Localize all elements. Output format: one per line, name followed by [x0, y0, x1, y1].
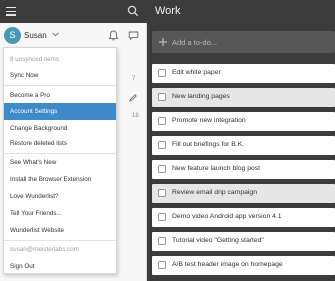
- add-todo-input[interactable]: Add a to-do...: [152, 31, 335, 53]
- menu-item-website[interactable]: Wunderlist Website: [4, 222, 116, 239]
- task-title[interactable]: Fill out briefings for B.K.: [172, 141, 244, 148]
- menu-item-account-settings[interactable]: Account Settings: [4, 103, 116, 120]
- sidebar-topbar: [0, 0, 147, 23]
- task-checkbox[interactable]: [158, 69, 166, 77]
- menu-item-unsynced: 8 unsynced items: [10, 56, 60, 63]
- menu-item-tell-friends[interactable]: Tell Your Friends...: [4, 205, 116, 222]
- main-panel: Work Add a to-do... Edit white paper New…: [147, 0, 335, 281]
- task-row[interactable]: Tutorial video "Getting started": [152, 232, 335, 251]
- menu-item-email: susan@meisterlabs.com: [10, 246, 80, 253]
- search-icon[interactable]: [127, 5, 139, 17]
- username[interactable]: Susan: [24, 31, 47, 40]
- task-title[interactable]: Review email drip campaign: [172, 189, 257, 196]
- task-checkbox[interactable]: [158, 141, 166, 149]
- pen-icon[interactable]: [128, 93, 138, 103]
- account-dropdown-menu: 8 unsynced items Sync Now Become a Pro A…: [3, 47, 117, 274]
- task-checkbox[interactable]: [158, 189, 166, 197]
- task-row[interactable]: Promote new integration: [152, 112, 335, 131]
- menu-item-whats-new[interactable]: See What's New: [4, 154, 116, 171]
- task-row[interactable]: Edit white paper: [152, 64, 335, 83]
- list-count: 18: [132, 113, 139, 119]
- task-title[interactable]: Demo video Android app version 4.1: [172, 213, 282, 220]
- task-row[interactable]: New landing pages: [152, 88, 335, 107]
- task-title[interactable]: New feature launch blog post: [172, 165, 260, 172]
- task-row[interactable]: Fill out briefings for B.K.: [152, 136, 335, 155]
- menu-item-restore-lists[interactable]: Restore deleted lists: [4, 135, 116, 152]
- menu-item-browser-extension[interactable]: Install the Browser Extension: [4, 171, 116, 188]
- menu-item-love-wunderlist[interactable]: Love Wunderlist?: [4, 188, 116, 205]
- menu-divider: [4, 85, 116, 86]
- avatar[interactable]: S: [4, 27, 21, 44]
- user-bar[interactable]: S Susan: [0, 23, 147, 48]
- chat-icon[interactable]: [128, 30, 139, 41]
- menu-item-become-pro[interactable]: Become a Pro: [4, 87, 116, 104]
- list-count: 7: [132, 76, 136, 82]
- task-title[interactable]: Promote new integration: [172, 117, 246, 124]
- task-title[interactable]: Tutorial video "Getting started": [172, 237, 264, 244]
- task-checkbox[interactable]: [158, 117, 166, 125]
- add-todo-placeholder: Add a to-do...: [172, 38, 218, 47]
- task-title[interactable]: A/B test header image on homepage: [172, 261, 283, 268]
- plus-icon: [159, 38, 167, 46]
- task-checkbox[interactable]: [158, 165, 166, 173]
- bell-icon[interactable]: [108, 30, 119, 41]
- chevron-down-icon[interactable]: [52, 32, 59, 37]
- task-row[interactable]: New feature launch blog post: [152, 160, 335, 179]
- task-checkbox[interactable]: [158, 261, 166, 269]
- hamburger-icon[interactable]: [6, 7, 16, 16]
- task-title[interactable]: New landing pages: [172, 93, 230, 100]
- task-title[interactable]: Edit white paper: [172, 69, 221, 76]
- task-row[interactable]: A/B test header image on homepage: [152, 256, 335, 275]
- task-checkbox[interactable]: [158, 93, 166, 101]
- task-checkbox[interactable]: [158, 237, 166, 245]
- task-row[interactable]: Review email drip campaign: [152, 184, 335, 203]
- task-checkbox[interactable]: [158, 213, 166, 221]
- task-row[interactable]: Demo video Android app version 4.1: [152, 208, 335, 227]
- menu-item-sync-now[interactable]: Sync Now: [4, 67, 116, 84]
- list-title: Work: [155, 5, 181, 17]
- menu-item-sign-out[interactable]: Sign Out: [4, 258, 116, 275]
